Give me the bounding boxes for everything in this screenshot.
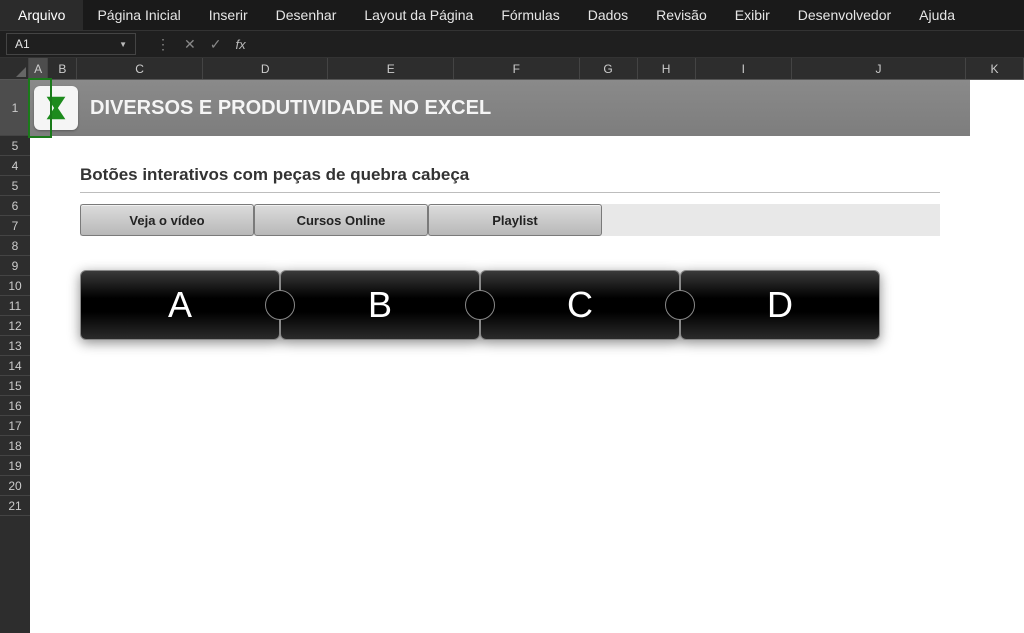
row-header[interactable]: 4 [0, 156, 30, 176]
row-header[interactable]: 18 [0, 436, 30, 456]
puzzle-notch-icon [465, 290, 495, 320]
row-header[interactable]: 16 [0, 396, 30, 416]
divider-icon: ⋮ [156, 36, 170, 53]
ribbon-tab-home[interactable]: Página Inicial [83, 0, 194, 30]
banner-title: DIVERSOS E PRODUTIVIDADE NO EXCEL [90, 97, 491, 120]
column-headers: ABCDEFGHIJK [0, 58, 1024, 80]
row-header[interactable]: 7 [0, 216, 30, 236]
ribbon-tab-view[interactable]: Exibir [721, 0, 784, 30]
tab-button-playlist[interactable]: Playlist [428, 204, 602, 236]
ribbon-tab-developer[interactable]: Desenvolvedor [784, 0, 905, 30]
column-header[interactable]: F [454, 58, 580, 79]
row-headers: 15456789101112131415161718192021 [0, 80, 30, 633]
enter-icon[interactable]: ✓ [210, 36, 222, 53]
cancel-icon[interactable]: ✕ [184, 36, 196, 53]
column-header[interactable]: E [328, 58, 454, 79]
puzzle-label: C [567, 284, 593, 326]
row-header[interactable]: 5 [0, 136, 30, 156]
column-header[interactable]: K [966, 58, 1024, 79]
column-header[interactable]: H [638, 58, 696, 79]
ribbon-tab-data[interactable]: Dados [574, 0, 642, 30]
puzzle-row: A B C D [80, 270, 880, 340]
tab-button-courses[interactable]: Cursos Online [254, 204, 428, 236]
ribbon-tab-insert[interactable]: Inserir [195, 0, 262, 30]
title-banner: DIVERSOS E PRODUTIVIDADE NO EXCEL [30, 80, 970, 136]
row-header[interactable]: 8 [0, 236, 30, 256]
column-header[interactable]: J [792, 58, 966, 79]
ribbon-tab-help[interactable]: Ajuda [905, 0, 969, 30]
formula-bar: A1 ▼ ⋮ ✕ ✓ fx [0, 30, 1024, 58]
puzzle-piece-c[interactable]: C [480, 270, 680, 340]
row-header[interactable]: 1 [0, 80, 30, 136]
row-header[interactable]: 12 [0, 316, 30, 336]
puzzle-piece-d[interactable]: D [680, 270, 880, 340]
column-header[interactable]: D [203, 58, 329, 79]
column-header[interactable]: G [580, 58, 638, 79]
row-header[interactable]: 21 [0, 496, 30, 516]
name-box[interactable]: A1 ▼ [6, 33, 136, 55]
ribbon-tab-draw[interactable]: Desenhar [262, 0, 351, 30]
column-header[interactable]: B [48, 58, 77, 79]
row-header[interactable]: 14 [0, 356, 30, 376]
row-header[interactable]: 11 [0, 296, 30, 316]
sheet[interactable]: DIVERSOS E PRODUTIVIDADE NO EXCEL Botões… [30, 80, 1024, 633]
tab-buttons-row: Veja o vídeo Cursos Online Playlist [80, 204, 940, 236]
row-header[interactable]: 15 [0, 376, 30, 396]
tab-button-video[interactable]: Veja o vídeo [80, 204, 254, 236]
row-header[interactable]: 19 [0, 456, 30, 476]
puzzle-piece-a[interactable]: A [80, 270, 280, 340]
column-header[interactable]: I [696, 58, 793, 79]
row-header[interactable]: 6 [0, 196, 30, 216]
row-header[interactable]: 17 [0, 416, 30, 436]
puzzle-notch-icon [665, 290, 695, 320]
row-header[interactable]: 5 [0, 176, 30, 196]
ribbon-tab-file[interactable]: Arquivo [0, 0, 83, 30]
formula-input[interactable] [256, 33, 1024, 55]
puzzle-piece-b[interactable]: B [280, 270, 480, 340]
row-header[interactable]: 10 [0, 276, 30, 296]
fx-icon[interactable]: fx [235, 37, 245, 52]
ribbon-tab-pagelayout[interactable]: Layout da Página [350, 0, 487, 30]
horizontal-rule [80, 192, 940, 193]
subtitle: Botões interativos com peças de quebra c… [80, 165, 469, 185]
row-header[interactable]: 9 [0, 256, 30, 276]
puzzle-label: D [767, 284, 793, 326]
row-header[interactable]: 20 [0, 476, 30, 496]
puzzle-label: B [368, 284, 392, 326]
ribbon: Arquivo Página Inicial Inserir Desenhar … [0, 0, 1024, 30]
column-header[interactable]: A [29, 58, 48, 79]
puzzle-label: A [168, 284, 192, 326]
puzzle-notch-icon [265, 290, 295, 320]
name-box-value: A1 [15, 37, 30, 51]
grid: 15456789101112131415161718192021 DIVERSO… [0, 80, 1024, 633]
ribbon-tab-review[interactable]: Revisão [642, 0, 721, 30]
chevron-down-icon: ▼ [119, 40, 127, 49]
column-header[interactable]: C [77, 58, 203, 79]
select-all-corner[interactable] [0, 58, 29, 79]
ribbon-tab-formulas[interactable]: Fórmulas [487, 0, 573, 30]
excel-logo-icon [34, 86, 78, 130]
row-header[interactable]: 13 [0, 336, 30, 356]
